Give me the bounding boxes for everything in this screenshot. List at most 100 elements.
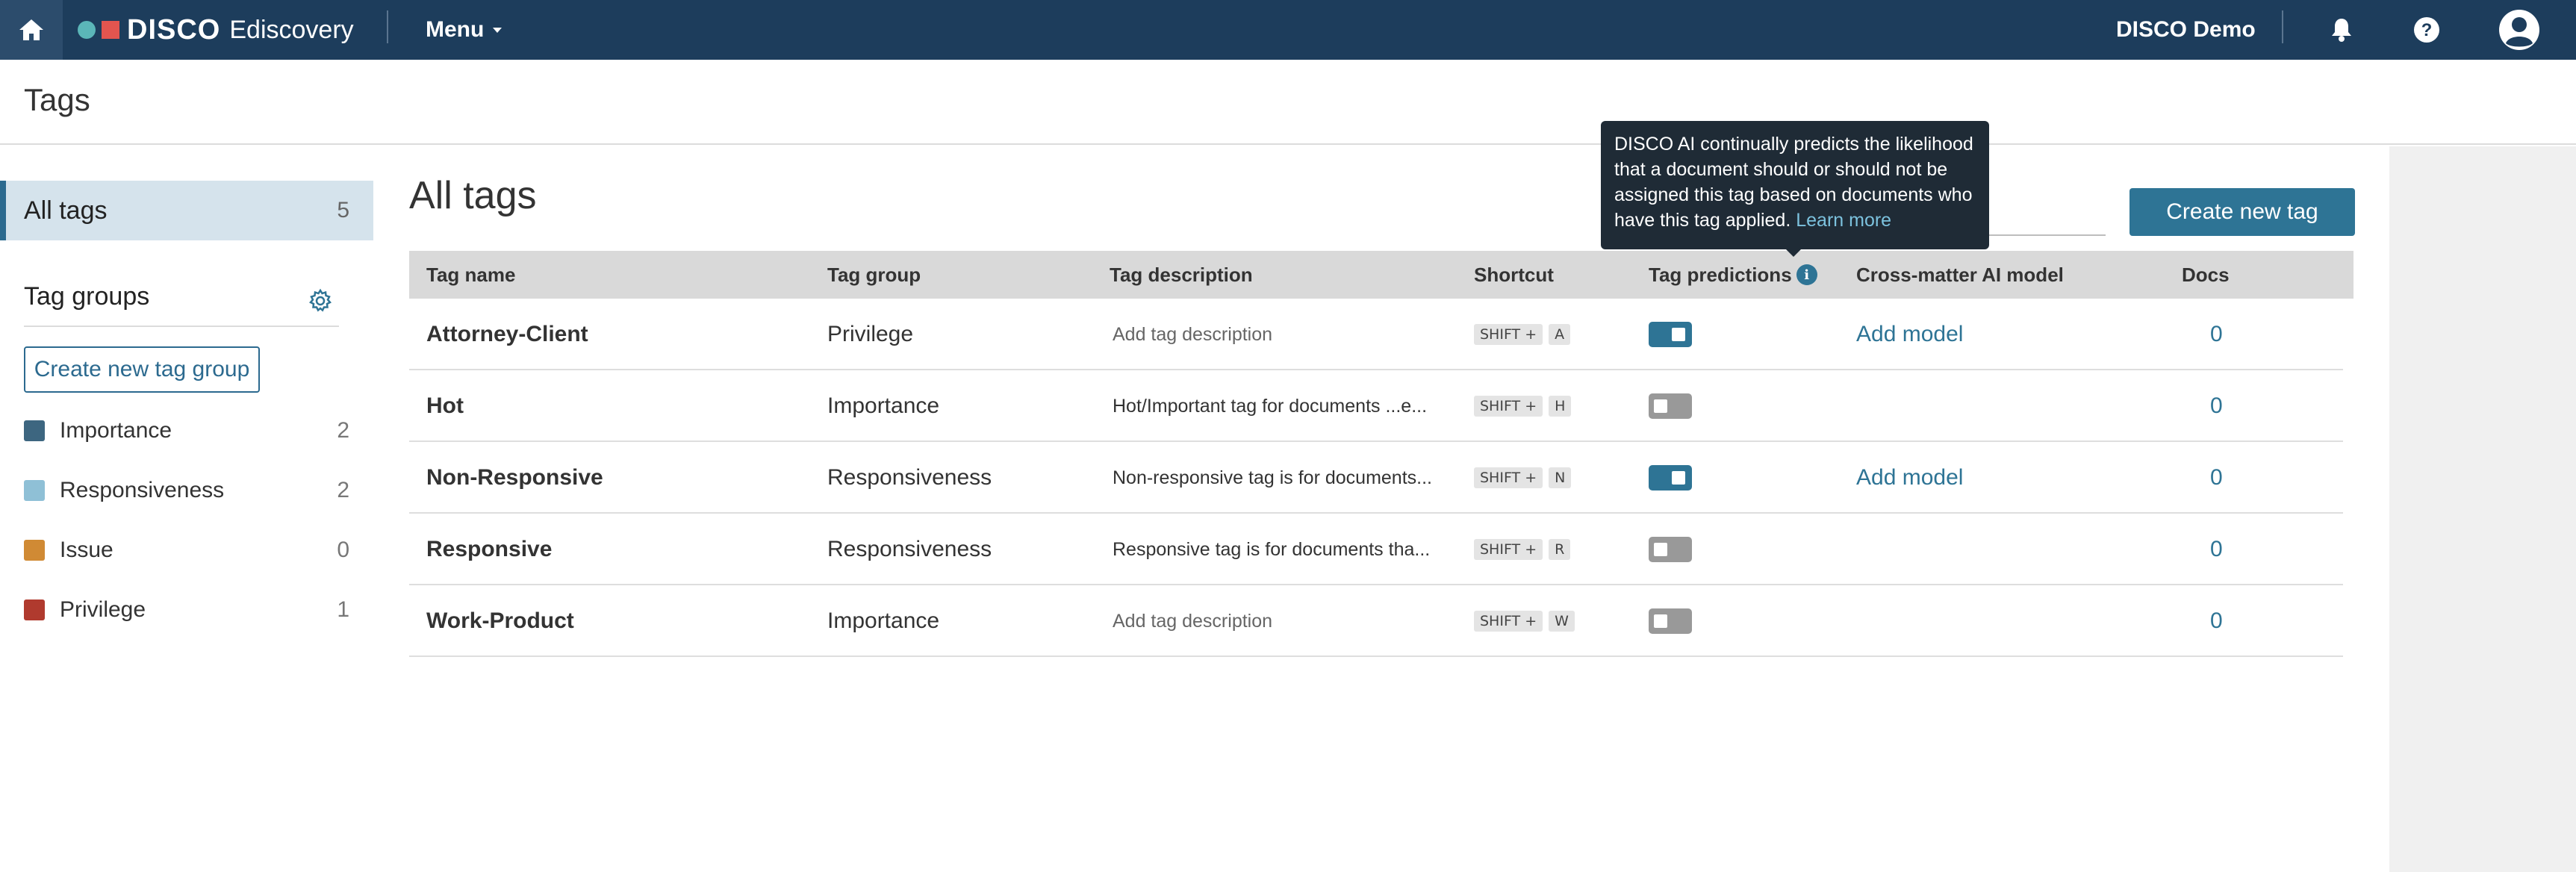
nav-divider bbox=[2282, 10, 2283, 43]
toggle-knob bbox=[1672, 471, 1685, 485]
tag-name[interactable]: Non-Responsive bbox=[426, 442, 603, 514]
shift-key: SHIFT + bbox=[1474, 324, 1543, 345]
tag-name[interactable]: Responsive bbox=[426, 514, 552, 585]
group-color-swatch bbox=[24, 480, 45, 501]
tag-groups-settings-button[interactable] bbox=[308, 288, 333, 317]
learn-more-link[interactable]: Learn more bbox=[1796, 210, 1891, 231]
top-navbar: DISCO Ediscovery Menu DISCO Demo ? bbox=[0, 0, 2576, 60]
docs-count[interactable]: 0 bbox=[2210, 442, 2223, 514]
notifications-button[interactable] bbox=[2319, 0, 2364, 60]
column-header-ai-model[interactable]: Cross-matter AI model bbox=[1856, 251, 2064, 299]
sidebar-item-all-tags[interactable]: All tags 5 bbox=[0, 181, 373, 240]
create-new-tag-button[interactable]: Create new tag bbox=[2129, 188, 2355, 236]
menu-label: Menu bbox=[426, 17, 485, 42]
column-header-tag-description[interactable]: Tag description bbox=[1110, 251, 1253, 299]
tag-predictions-toggle[interactable] bbox=[1649, 442, 1692, 514]
table-row[interactable]: Hot Importance Hot/Important tag for doc… bbox=[409, 370, 2343, 442]
shortcut: SHIFT + A bbox=[1474, 299, 1576, 370]
table-row[interactable]: Non-Responsive Responsiveness Non-respon… bbox=[409, 442, 2343, 514]
tag-predictions-toggle[interactable] bbox=[1649, 585, 1692, 657]
shortcut: SHIFT + R bbox=[1474, 514, 1576, 585]
column-header-tag-name[interactable]: Tag name bbox=[426, 251, 515, 299]
shift-key: SHIFT + bbox=[1474, 611, 1543, 632]
sidebar-group-responsiveness[interactable]: Responsiveness 2 bbox=[24, 472, 349, 509]
help-button[interactable]: ? bbox=[2404, 0, 2449, 60]
table-row[interactable]: Responsive Responsiveness Responsive tag… bbox=[409, 514, 2343, 585]
org-name[interactable]: DISCO Demo bbox=[2116, 0, 2256, 60]
tag-description[interactable]: Responsive tag is for documents tha... bbox=[1113, 514, 1430, 585]
nav-divider bbox=[387, 10, 388, 43]
shortcut-key: H bbox=[1549, 396, 1572, 417]
all-tags-count: 5 bbox=[337, 198, 349, 222]
docs-count[interactable]: 0 bbox=[2210, 585, 2223, 657]
add-model-link[interactable]: Add model bbox=[1856, 442, 1963, 514]
shift-key: SHIFT + bbox=[1474, 467, 1543, 488]
logo-subtitle: Ediscovery bbox=[229, 15, 354, 44]
column-header-docs[interactable]: Docs bbox=[2182, 251, 2230, 299]
sidebar-group-issue[interactable]: Issue 0 bbox=[24, 532, 349, 569]
tag-description[interactable]: Hot/Important tag for documents ...e... bbox=[1113, 370, 1427, 442]
tag-description[interactable]: Non-responsive tag is for documents... bbox=[1113, 442, 1432, 514]
tag-groups-header: Tag groups bbox=[24, 278, 339, 327]
shortcut-key: R bbox=[1549, 539, 1571, 560]
tag-description[interactable]: Add tag description bbox=[1113, 299, 1272, 370]
sidebar-group-importance[interactable]: Importance 2 bbox=[24, 412, 349, 449]
create-new-tag-group-button[interactable]: Create new tag group bbox=[24, 346, 260, 393]
toggle-switch[interactable] bbox=[1649, 537, 1692, 562]
group-color-swatch bbox=[24, 420, 45, 441]
shortcut-key: W bbox=[1549, 611, 1575, 632]
tag-name[interactable]: Attorney-Client bbox=[426, 299, 588, 370]
page-header: Tags bbox=[0, 60, 2576, 145]
info-icon[interactable]: i bbox=[1796, 264, 1817, 285]
tag-predictions-tooltip: DISCO AI continually predicts the likeli… bbox=[1601, 121, 1989, 249]
tag-name[interactable]: Hot bbox=[426, 370, 464, 442]
shortcut-key: A bbox=[1549, 324, 1571, 345]
tag-description[interactable]: Add tag description bbox=[1113, 585, 1272, 657]
shortcut: SHIFT + N bbox=[1474, 442, 1577, 514]
caret-down-icon bbox=[493, 27, 503, 33]
shortcut: SHIFT + H bbox=[1474, 370, 1577, 442]
add-model-link[interactable]: Add model bbox=[1856, 299, 1963, 370]
column-header-tag-predictions[interactable]: Tag predictions i bbox=[1649, 251, 1817, 299]
avatar-icon bbox=[2499, 10, 2539, 50]
docs-count[interactable]: 0 bbox=[2210, 514, 2223, 585]
tag-groups-title: Tag groups bbox=[24, 282, 150, 311]
tag-group: Responsiveness bbox=[827, 537, 992, 561]
help-icon: ? bbox=[2414, 17, 2439, 43]
logo-square bbox=[102, 21, 119, 39]
tooltip-arrow bbox=[1786, 249, 1801, 257]
home-button[interactable] bbox=[0, 0, 63, 60]
group-name: Responsiveness bbox=[60, 478, 225, 502]
group-name: Importance bbox=[60, 418, 172, 443]
toggle-switch[interactable] bbox=[1649, 322, 1692, 347]
tag-predictions-toggle[interactable] bbox=[1649, 370, 1692, 442]
toggle-knob bbox=[1654, 543, 1667, 556]
toggle-switch[interactable] bbox=[1649, 465, 1692, 490]
menu-dropdown[interactable]: Menu bbox=[426, 0, 503, 60]
tag-name[interactable]: Work-Product bbox=[426, 585, 574, 657]
tag-predictions-toggle[interactable] bbox=[1649, 514, 1692, 585]
column-header-tag-group[interactable]: Tag group bbox=[827, 251, 921, 299]
group-name: Issue bbox=[60, 538, 113, 562]
group-count: 2 bbox=[337, 418, 349, 443]
tag-group: Privilege bbox=[827, 322, 914, 346]
tag-predictions-toggle[interactable] bbox=[1649, 299, 1692, 370]
column-header-shortcut[interactable]: Shortcut bbox=[1474, 251, 1554, 299]
group-count: 1 bbox=[337, 597, 349, 622]
page-title: Tags bbox=[24, 82, 90, 117]
docs-count[interactable]: 0 bbox=[2210, 299, 2223, 370]
tooltip-text: DISCO AI continually predicts the likeli… bbox=[1614, 134, 1973, 231]
group-color-swatch bbox=[24, 600, 45, 620]
group-name: Privilege bbox=[60, 597, 146, 622]
disco-logo[interactable]: DISCO Ediscovery bbox=[78, 0, 354, 60]
sidebar-group-privilege[interactable]: Privilege 1 bbox=[24, 591, 349, 629]
toggle-switch[interactable] bbox=[1649, 393, 1692, 419]
shortcut-key: N bbox=[1549, 467, 1572, 488]
toggle-switch[interactable] bbox=[1649, 608, 1692, 634]
table-row[interactable]: Work-Product Importance Add tag descript… bbox=[409, 585, 2343, 657]
all-tags-label: All tags bbox=[24, 196, 108, 225]
docs-count[interactable]: 0 bbox=[2210, 370, 2223, 442]
user-account-button[interactable] bbox=[2497, 0, 2542, 60]
logo-text: DISCO bbox=[127, 13, 221, 46]
table-row[interactable]: Attorney-Client Privilege Add tag descri… bbox=[409, 299, 2343, 370]
